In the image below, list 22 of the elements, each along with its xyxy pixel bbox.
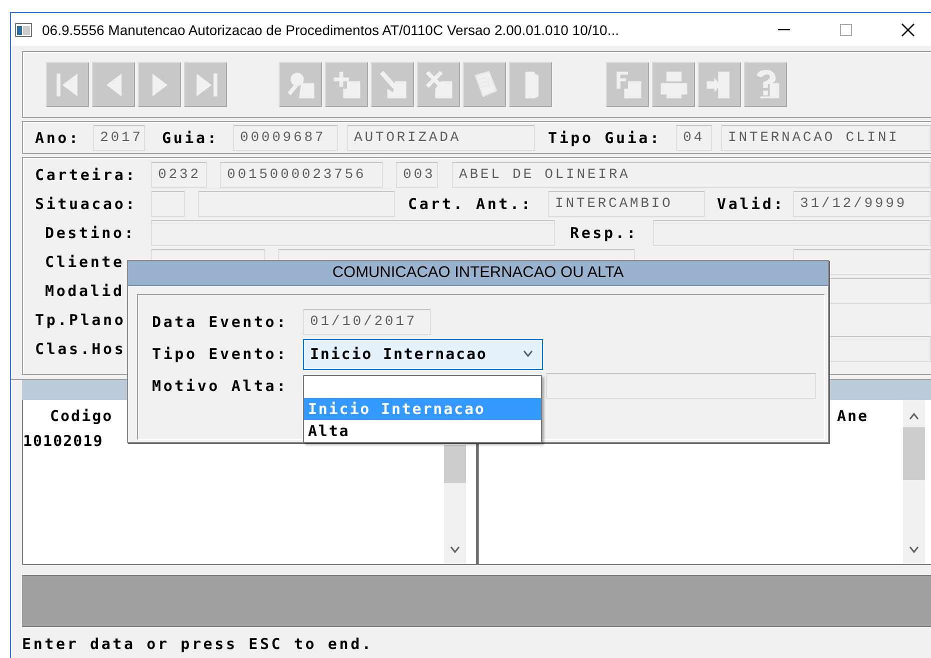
dialog-title: COMUNICACAO INTERNACAO OU ALTA: [128, 261, 828, 286]
field-label: Resp.:: [570, 224, 639, 242]
field-label: Tp.Plano: [35, 310, 125, 328]
table-cell: 10102019: [23, 432, 104, 450]
field-label: Tipo Guia:: [548, 128, 662, 146]
field-label: Carteira:: [35, 166, 138, 184]
field-label: Tipo Evento:: [152, 345, 282, 363]
field-label: Data Evento:: [152, 313, 282, 331]
field-label: Motivo Alta:: [152, 377, 282, 395]
status-message: Enter data or press ESC to end.: [22, 635, 374, 653]
field-label: Cart. Ant.:: [408, 194, 533, 212]
field-label: Guia:: [162, 128, 220, 146]
field-label: Destino:: [45, 224, 137, 242]
field-label: Ano:: [35, 128, 82, 146]
field-label: Modalid: [45, 282, 126, 300]
field-label: Clas.Hos: [35, 340, 125, 358]
field-label: Situacao:: [35, 194, 138, 212]
field-label: Valid:: [717, 194, 786, 212]
window-title: 06.9.5556 Manutencao Autorizacao de Procedimentos AT/0110C Versao 2.00.01.010 10/10...: [42, 22, 620, 38]
column-header: Ane: [837, 407, 869, 425]
column-header: Codigo: [50, 407, 114, 425]
field-label: Cliente: [45, 252, 126, 270]
